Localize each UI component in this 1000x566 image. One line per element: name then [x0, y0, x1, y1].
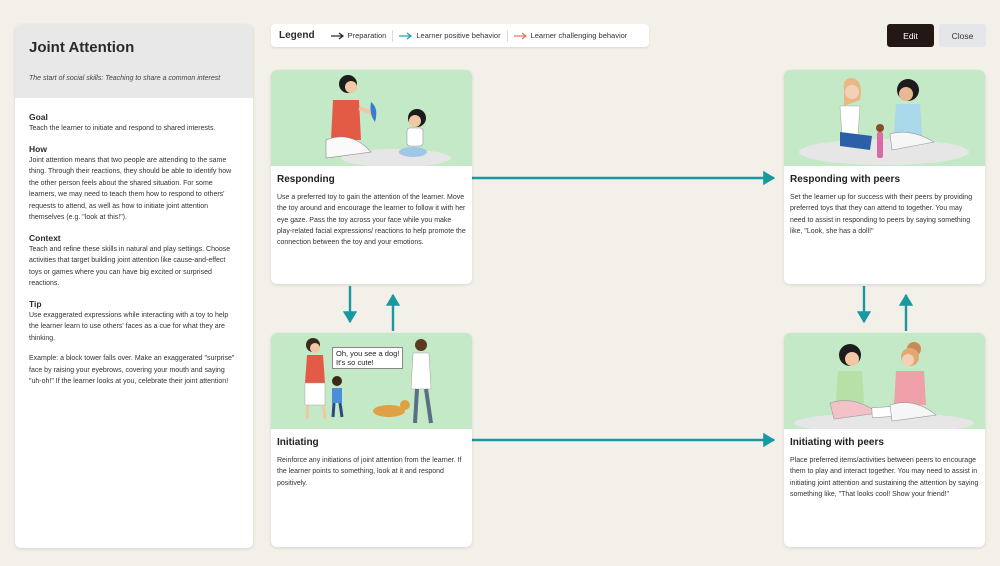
responding-illustration	[271, 70, 472, 166]
card-responding[interactable]: Responding Use a preferred toy to gain t…	[271, 70, 472, 284]
responding-peers-illustration	[784, 70, 985, 166]
card-text: Reinforce any initiations of joint atten…	[277, 457, 462, 487]
card-text: Set the learner up for success with thei…	[790, 194, 973, 235]
card-title: Responding	[277, 174, 335, 185]
initiating-peers-illustration	[784, 333, 985, 429]
card-text: Place preferred items/activities between…	[790, 457, 979, 498]
card-title: Initiating with peers	[790, 437, 884, 448]
card-initiating[interactable]: Oh, you see a dog! It's so cute! Initiat…	[271, 333, 472, 547]
card-title: Responding with peers	[790, 174, 901, 185]
card-initiating-with-peers[interactable]: Initiating with peers Place preferred it…	[784, 333, 985, 547]
card-title: Initiating	[277, 437, 319, 448]
card-text: Use a preferred toy to gain the attentio…	[277, 194, 466, 247]
initiating-illustration: Oh, you see a dog! It's so cute!	[271, 333, 472, 429]
speech-bubble: Oh, you see a dog! It's so cute!	[332, 347, 404, 369]
card-responding-with-peers[interactable]: Responding with peers Set the learner up…	[784, 70, 985, 284]
